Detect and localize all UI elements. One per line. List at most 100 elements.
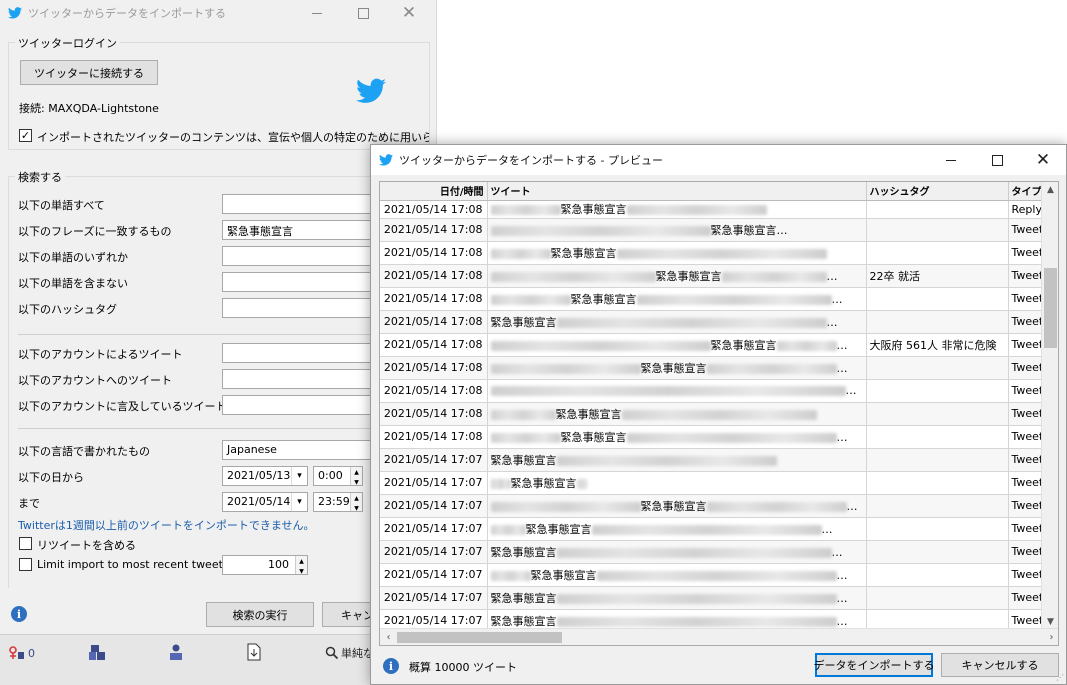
info-icon[interactable]: i <box>383 658 399 674</box>
tweet-keyword: 緊急事態宣言 <box>570 292 637 306</box>
since-date-picker[interactable]: 2021/05/13 ▾ <box>222 466 308 486</box>
dropdown-arrow-icon[interactable]: ▾ <box>291 467 307 485</box>
table-row[interactable]: 2021/05/14 17:07 緊急事態宣言… Tweet <box>380 494 1043 518</box>
maximize-icon[interactable] <box>340 0 386 26</box>
until-time-value: 23:59 <box>318 495 350 508</box>
document-group-icon[interactable] <box>88 643 106 661</box>
redacted-text <box>490 478 511 489</box>
redacted-text <box>721 271 827 282</box>
document-download-icon[interactable] <box>246 643 262 661</box>
column-header-tweet[interactable]: ツイート <box>487 182 867 201</box>
until-time-input[interactable]: 23:59 ▲ ▼ <box>313 492 363 512</box>
none-words-input[interactable] <box>222 272 382 292</box>
column-header-hashtag[interactable]: ハッシュタグ <box>866 182 1009 201</box>
table-row[interactable]: 2021/05/14 17:08 緊急事態宣言 Tweet <box>380 241 1043 265</box>
limit-recent-input[interactable]: 100 ▲ ▼ <box>222 555 308 575</box>
table-row[interactable]: 2021/05/14 17:07 緊急事態宣言… Tweet <box>380 540 1043 564</box>
until-date-picker[interactable]: 2021/05/14 ▾ <box>222 492 308 512</box>
horizontal-scrollbar[interactable]: ‹ › <box>380 628 1058 645</box>
import-data-button[interactable]: データをインポートする <box>814 653 935 677</box>
maximize-icon[interactable] <box>974 145 1020 175</box>
truncation-ellipsis: … <box>836 591 848 605</box>
close-icon[interactable]: ✕ <box>1020 145 1066 175</box>
limit-recent-checkbox[interactable] <box>19 558 32 571</box>
spinner-down-icon[interactable]: ▼ <box>354 479 359 486</box>
table-row[interactable]: 2021/05/14 17:08 緊急事態宣言… Tweet <box>380 425 1043 449</box>
language-select[interactable]: Japanese <box>222 440 382 460</box>
any-words-input[interactable] <box>222 246 382 266</box>
table-row[interactable]: 2021/05/14 17:07 緊急事態宣言… Tweet <box>380 586 1043 610</box>
spinner-up-icon[interactable]: ▲ <box>299 558 304 565</box>
info-icon[interactable]: i <box>11 606 27 622</box>
cancel-preview-button[interactable]: キャンセルする <box>941 653 1059 677</box>
table-row[interactable]: 2021/05/14 17:08 緊急事態宣言… Tweet <box>380 356 1043 380</box>
cell-type: Tweet <box>1008 425 1043 449</box>
preview-window-title: ツイッターからデータをインポートする - プレビュー <box>399 154 663 167</box>
run-search-button[interactable]: 検索の実行 <box>206 602 314 627</box>
status-counter-value: 0 <box>28 646 35 660</box>
cell-date: 2021/05/14 17:07 <box>380 540 488 564</box>
connect-twitter-button[interactable]: ツイッターに接続する <box>20 60 158 85</box>
limit-recent-value: 100 <box>268 558 289 571</box>
table-row[interactable]: 2021/05/14 17:08 緊急事態宣言 … 22卒 就活 Tweet <box>380 264 1043 288</box>
minimize-icon[interactable] <box>928 145 974 175</box>
tweet-keyword: 緊急事態宣言 <box>655 269 722 283</box>
column-header-type[interactable]: タイプ <box>1008 182 1043 201</box>
redacted-text <box>490 524 526 535</box>
since-time-input[interactable]: 0:00 ▲ ▼ <box>313 466 363 486</box>
search-icon <box>325 646 339 660</box>
hashtags-input[interactable] <box>222 298 382 318</box>
spinner-up-icon[interactable]: ▲ <box>354 495 359 502</box>
cell-date: 2021/05/14 17:08 <box>380 356 488 380</box>
table-row[interactable]: 2021/05/14 17:07 緊急事態宣言… Tweet <box>380 563 1043 587</box>
close-icon[interactable]: ✕ <box>386 0 432 26</box>
exact-phrase-input[interactable]: 緊急事態宣言 <box>222 220 382 240</box>
cell-date: 2021/05/14 17:08 <box>380 264 488 288</box>
table-row[interactable]: 2021/05/14 17:08 緊急事態宣言… Tweet <box>380 310 1043 334</box>
vertical-scrollbar[interactable]: ▲ ▼ <box>1041 182 1058 630</box>
table-row[interactable]: 2021/05/14 17:07 緊急事態宣言 Tweet <box>380 471 1043 495</box>
table-row[interactable]: 2021/05/14 17:08 緊急事態宣言 … 大阪府 561人 非常に危険 Twe… <box>380 333 1043 357</box>
twitter-bird-icon <box>8 7 22 19</box>
tweet-preview-grid[interactable]: 日付/時間 ツイート ハッシュタグ タイプ 2021/05/14 17:08 緊急… <box>379 181 1059 646</box>
consent-text: インポートされたツイッターのコンテンツは、宣伝や個人の特定のために用いられてはい <box>37 131 429 144</box>
tweet-keyword: 緊急事態宣言 <box>490 591 557 605</box>
horizontal-scroll-thumb[interactable] <box>397 632 562 643</box>
table-row[interactable]: 2021/05/14 17:08 緊急事態宣言 Reply <box>380 200 1043 219</box>
separator <box>18 334 428 335</box>
scroll-left-icon[interactable]: ‹ <box>380 629 397 645</box>
column-header-date[interactable]: 日付/時間 <box>380 182 488 201</box>
scroll-up-icon[interactable]: ▲ <box>1042 182 1058 198</box>
status-counter[interactable]: 0 <box>8 645 35 661</box>
vertical-scroll-thumb[interactable] <box>1044 268 1057 348</box>
cell-tweet: 緊急事態宣言 <box>487 471 867 495</box>
to-account-input[interactable] <box>222 369 382 389</box>
table-row[interactable]: 2021/05/14 17:08 … Tweet <box>380 379 1043 403</box>
all-words-input[interactable] <box>222 194 382 214</box>
table-row[interactable]: 2021/05/14 17:08 緊急事態宣言 Tweet <box>380 402 1043 426</box>
spinner-down-icon[interactable]: ▼ <box>299 568 304 575</box>
consent-checkbox[interactable]: ✓ <box>19 129 32 142</box>
from-account-input[interactable] <box>222 343 382 363</box>
tweet-keyword: 緊急事態宣言 <box>525 522 592 536</box>
table-row[interactable]: 2021/05/14 17:07 緊急事態宣言… Tweet <box>380 517 1043 541</box>
resize-grip-icon[interactable]: ⋰ <box>1056 673 1064 682</box>
table-row[interactable]: 2021/05/14 17:08 緊急事態宣言… Tweet <box>380 218 1043 242</box>
scroll-right-icon[interactable]: › <box>1043 629 1058 645</box>
cell-type: Reply <box>1008 200 1043 219</box>
table-row[interactable]: 2021/05/14 17:08 緊急事態宣言… Tweet <box>380 287 1043 311</box>
spinner-down-icon[interactable]: ▼ <box>354 505 359 512</box>
dropdown-arrow-icon[interactable]: ▾ <box>291 493 307 511</box>
cell-date: 2021/05/14 17:08 <box>380 310 488 334</box>
table-row[interactable]: 2021/05/14 17:07 緊急事態宣言 Tweet <box>380 448 1043 472</box>
separator <box>18 428 428 429</box>
spinner-up-icon[interactable]: ▲ <box>354 469 359 476</box>
minimize-icon[interactable] <box>294 0 340 26</box>
user-group-icon[interactable] <box>167 643 185 661</box>
include-retweets-checkbox[interactable] <box>19 537 32 550</box>
cell-hashtag: 22卒 就活 <box>866 264 1009 288</box>
redacted-text <box>490 271 656 282</box>
simple-search-toggle[interactable]: 単純な <box>325 645 374 661</box>
cell-date: 2021/05/14 17:08 <box>380 218 488 242</box>
mention-account-input[interactable] <box>222 395 382 415</box>
